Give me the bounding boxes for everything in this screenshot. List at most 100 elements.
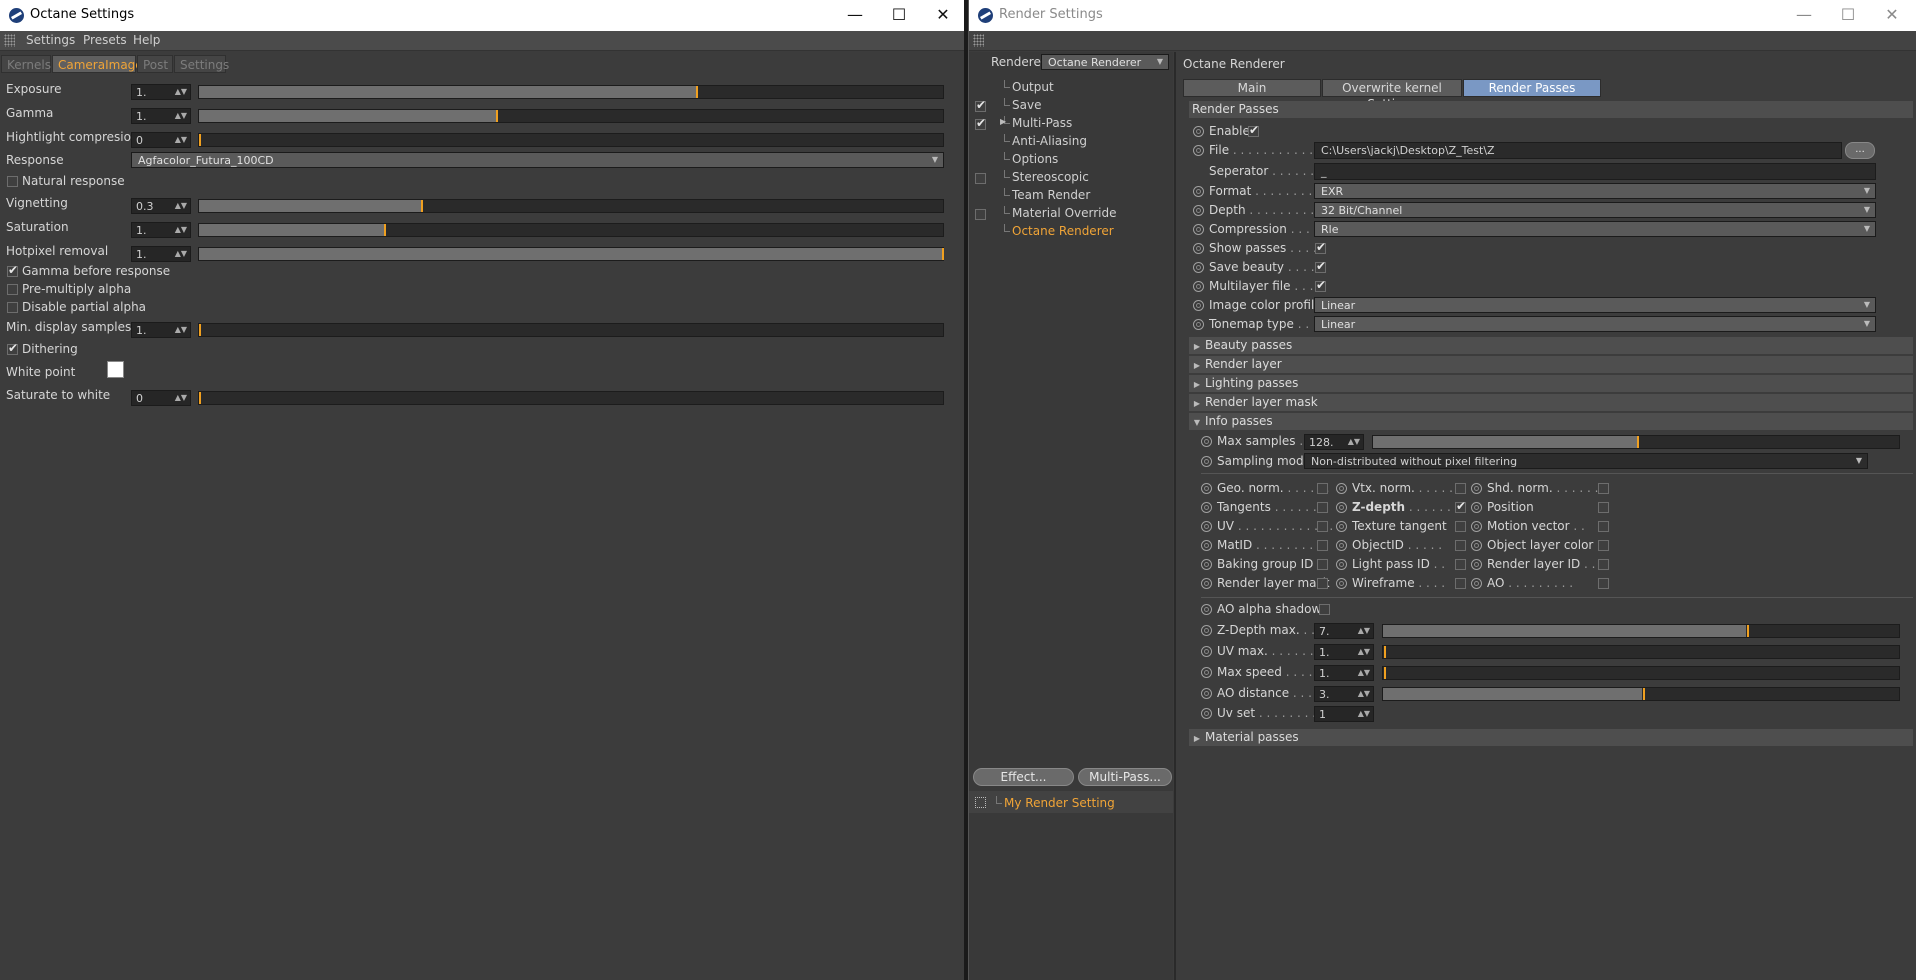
tree-item[interactable]: Multi-Pass bbox=[1012, 116, 1072, 130]
title-bar[interactable]: Octane Settings — ☐ ✕ bbox=[0, 0, 967, 31]
tree-checkbox[interactable] bbox=[975, 209, 986, 220]
animate-radio-icon[interactable] bbox=[1201, 559, 1212, 570]
tab-kernels[interactable]: Kernels bbox=[1, 55, 51, 73]
stepper-arrows-icon[interactable]: ▲▼ bbox=[1358, 687, 1370, 701]
uv-set-input[interactable]: 1 ▲▼ bbox=[1314, 706, 1374, 722]
max_speed-slider[interactable] bbox=[1382, 666, 1900, 680]
pass-checkbox[interactable] bbox=[1455, 559, 1466, 570]
animate-radio-icon[interactable] bbox=[1193, 319, 1204, 330]
renderer-dropdown[interactable]: Octane Renderer ▼ bbox=[1041, 54, 1169, 70]
separator-input[interactable]: _ bbox=[1314, 163, 1876, 180]
multipass-button[interactable]: Multi-Pass... bbox=[1078, 768, 1172, 786]
effect-button[interactable]: Effect... bbox=[973, 768, 1074, 786]
stepper-arrows-icon[interactable]: ▲▼ bbox=[175, 85, 187, 99]
pass-checkbox[interactable] bbox=[1455, 483, 1466, 494]
expand-arrow-icon[interactable]: ▼ bbox=[1189, 415, 1205, 431]
format-dropdown[interactable]: EXR ▼ bbox=[1314, 183, 1876, 199]
response-dropdown[interactable]: Agfacolor_Futura_100CD ▼ bbox=[131, 152, 944, 168]
gamma-input[interactable]: 1. ▲▼ bbox=[131, 108, 191, 124]
expand-arrow-icon[interactable]: ▶ bbox=[1000, 117, 1006, 126]
expand-arrow-icon[interactable]: ▶ bbox=[1189, 377, 1205, 393]
hotpixel-slider[interactable] bbox=[198, 247, 944, 261]
animate-radio-icon[interactable] bbox=[1201, 604, 1212, 615]
zdepth_max-input[interactable]: 7. ▲▼ bbox=[1314, 623, 1374, 639]
minimize-icon[interactable]: — bbox=[1781, 2, 1827, 28]
tree-checkbox[interactable] bbox=[975, 173, 986, 184]
menu-presets[interactable]: Presets bbox=[83, 33, 127, 47]
min_samples-slider[interactable] bbox=[198, 323, 944, 337]
close-icon[interactable]: ✕ bbox=[1869, 2, 1915, 28]
animate-radio-icon[interactable] bbox=[1471, 540, 1482, 551]
pass-checkbox[interactable] bbox=[1598, 483, 1609, 494]
animate-radio-icon[interactable] bbox=[1336, 559, 1347, 570]
ao_distance-input[interactable]: 3. ▲▼ bbox=[1314, 686, 1374, 702]
animate-radio-icon[interactable] bbox=[1201, 625, 1212, 636]
group-render-layer-mask[interactable]: ▶ Render layer mask bbox=[1189, 394, 1913, 411]
saturate_white-slider[interactable] bbox=[198, 391, 944, 405]
animate-radio-icon[interactable] bbox=[1201, 456, 1212, 467]
pass-checkbox[interactable] bbox=[1455, 578, 1466, 589]
pass-checkbox[interactable] bbox=[1317, 540, 1328, 551]
animate-radio-icon[interactable] bbox=[1201, 540, 1212, 551]
animate-radio-icon[interactable] bbox=[1471, 559, 1482, 570]
animate-radio-icon[interactable] bbox=[1193, 224, 1204, 235]
grip-icon[interactable] bbox=[973, 34, 984, 47]
pass-checkbox[interactable] bbox=[1598, 578, 1609, 589]
exposure-slider[interactable] bbox=[198, 85, 944, 99]
animate-radio-icon[interactable] bbox=[1193, 205, 1204, 216]
minimize-icon[interactable]: — bbox=[832, 2, 878, 28]
pass-checkbox[interactable] bbox=[1598, 502, 1609, 513]
max_speed-input[interactable]: 1. ▲▼ bbox=[1314, 665, 1374, 681]
animate-radio-icon[interactable] bbox=[1193, 281, 1204, 292]
maximize-icon[interactable]: ☐ bbox=[876, 2, 922, 28]
slider-handle[interactable] bbox=[1384, 667, 1386, 679]
animate-radio-icon[interactable] bbox=[1336, 521, 1347, 532]
tab-overwrite-kernel[interactable]: Overwrite kernel Settings bbox=[1322, 79, 1462, 111]
tree-item[interactable]: Options bbox=[1012, 152, 1058, 166]
title-bar[interactable]: Render Settings — ☐ ✕ bbox=[969, 0, 1916, 31]
tonemap-dropdown[interactable]: Linear ▼ bbox=[1314, 316, 1876, 332]
animate-radio-icon[interactable] bbox=[1471, 521, 1482, 532]
expand-arrow-icon[interactable]: ▶ bbox=[1189, 396, 1205, 412]
close-icon[interactable]: ✕ bbox=[920, 2, 966, 28]
vignetting-slider[interactable] bbox=[198, 199, 944, 213]
stepper-arrows-icon[interactable]: ▲▼ bbox=[175, 391, 187, 405]
stepper-arrows-icon[interactable]: ▲▼ bbox=[175, 199, 187, 213]
stepper-arrows-icon[interactable]: ▲▼ bbox=[175, 247, 187, 261]
pass-checkbox[interactable] bbox=[1317, 502, 1328, 513]
animate-radio-icon[interactable] bbox=[1201, 708, 1212, 719]
animate-radio-icon[interactable] bbox=[1193, 243, 1204, 254]
stepper-arrows-icon[interactable]: ▲▼ bbox=[1358, 707, 1370, 721]
animate-radio-icon[interactable] bbox=[1471, 578, 1482, 589]
animate-radio-icon[interactable] bbox=[1201, 502, 1212, 513]
saturation-input[interactable]: 1. ▲▼ bbox=[131, 222, 191, 238]
animate-radio-icon[interactable] bbox=[1336, 483, 1347, 494]
animate-radio-icon[interactable] bbox=[1201, 688, 1212, 699]
disable_partial-checkbox[interactable] bbox=[7, 302, 18, 313]
stepper-arrows-icon[interactable]: ▲▼ bbox=[1358, 645, 1370, 659]
pass-checkbox[interactable] bbox=[1455, 540, 1466, 551]
image-color-profile-dropdown[interactable]: Linear ▼ bbox=[1314, 297, 1876, 313]
min_samples-slider-handle[interactable] bbox=[199, 324, 201, 336]
expand-arrow-icon[interactable]: ▶ bbox=[1189, 339, 1205, 355]
pass-checkbox[interactable] bbox=[1455, 521, 1466, 532]
menu-help[interactable]: Help bbox=[133, 33, 160, 47]
white-point-swatch[interactable] bbox=[107, 361, 124, 378]
min_samples-input[interactable]: 1. ▲▼ bbox=[131, 322, 191, 338]
gamma-slider[interactable] bbox=[198, 109, 944, 123]
tree-item[interactable]: Stereoscopic bbox=[1012, 170, 1089, 184]
animate-radio-icon[interactable] bbox=[1201, 578, 1212, 589]
menu-settings[interactable]: Settings bbox=[26, 33, 75, 47]
max-samples-slider[interactable] bbox=[1372, 435, 1900, 449]
animate-radio-icon[interactable] bbox=[1193, 186, 1204, 197]
pass-checkbox[interactable] bbox=[1598, 521, 1609, 532]
group-render-layer[interactable]: ▶ Render layer bbox=[1189, 356, 1913, 373]
pass-checkbox[interactable] bbox=[1317, 578, 1328, 589]
tree-item[interactable]: Team Render bbox=[1012, 188, 1090, 202]
stepper-arrows-icon[interactable]: ▲▼ bbox=[1358, 624, 1370, 638]
animate-radio-icon[interactable] bbox=[1336, 502, 1347, 513]
animate-radio-icon[interactable] bbox=[1336, 540, 1347, 551]
saturate_white-slider-handle[interactable] bbox=[199, 392, 201, 404]
compression-dropdown[interactable]: Rle ▼ bbox=[1314, 221, 1876, 237]
tree-item[interactable]: Save bbox=[1012, 98, 1041, 112]
